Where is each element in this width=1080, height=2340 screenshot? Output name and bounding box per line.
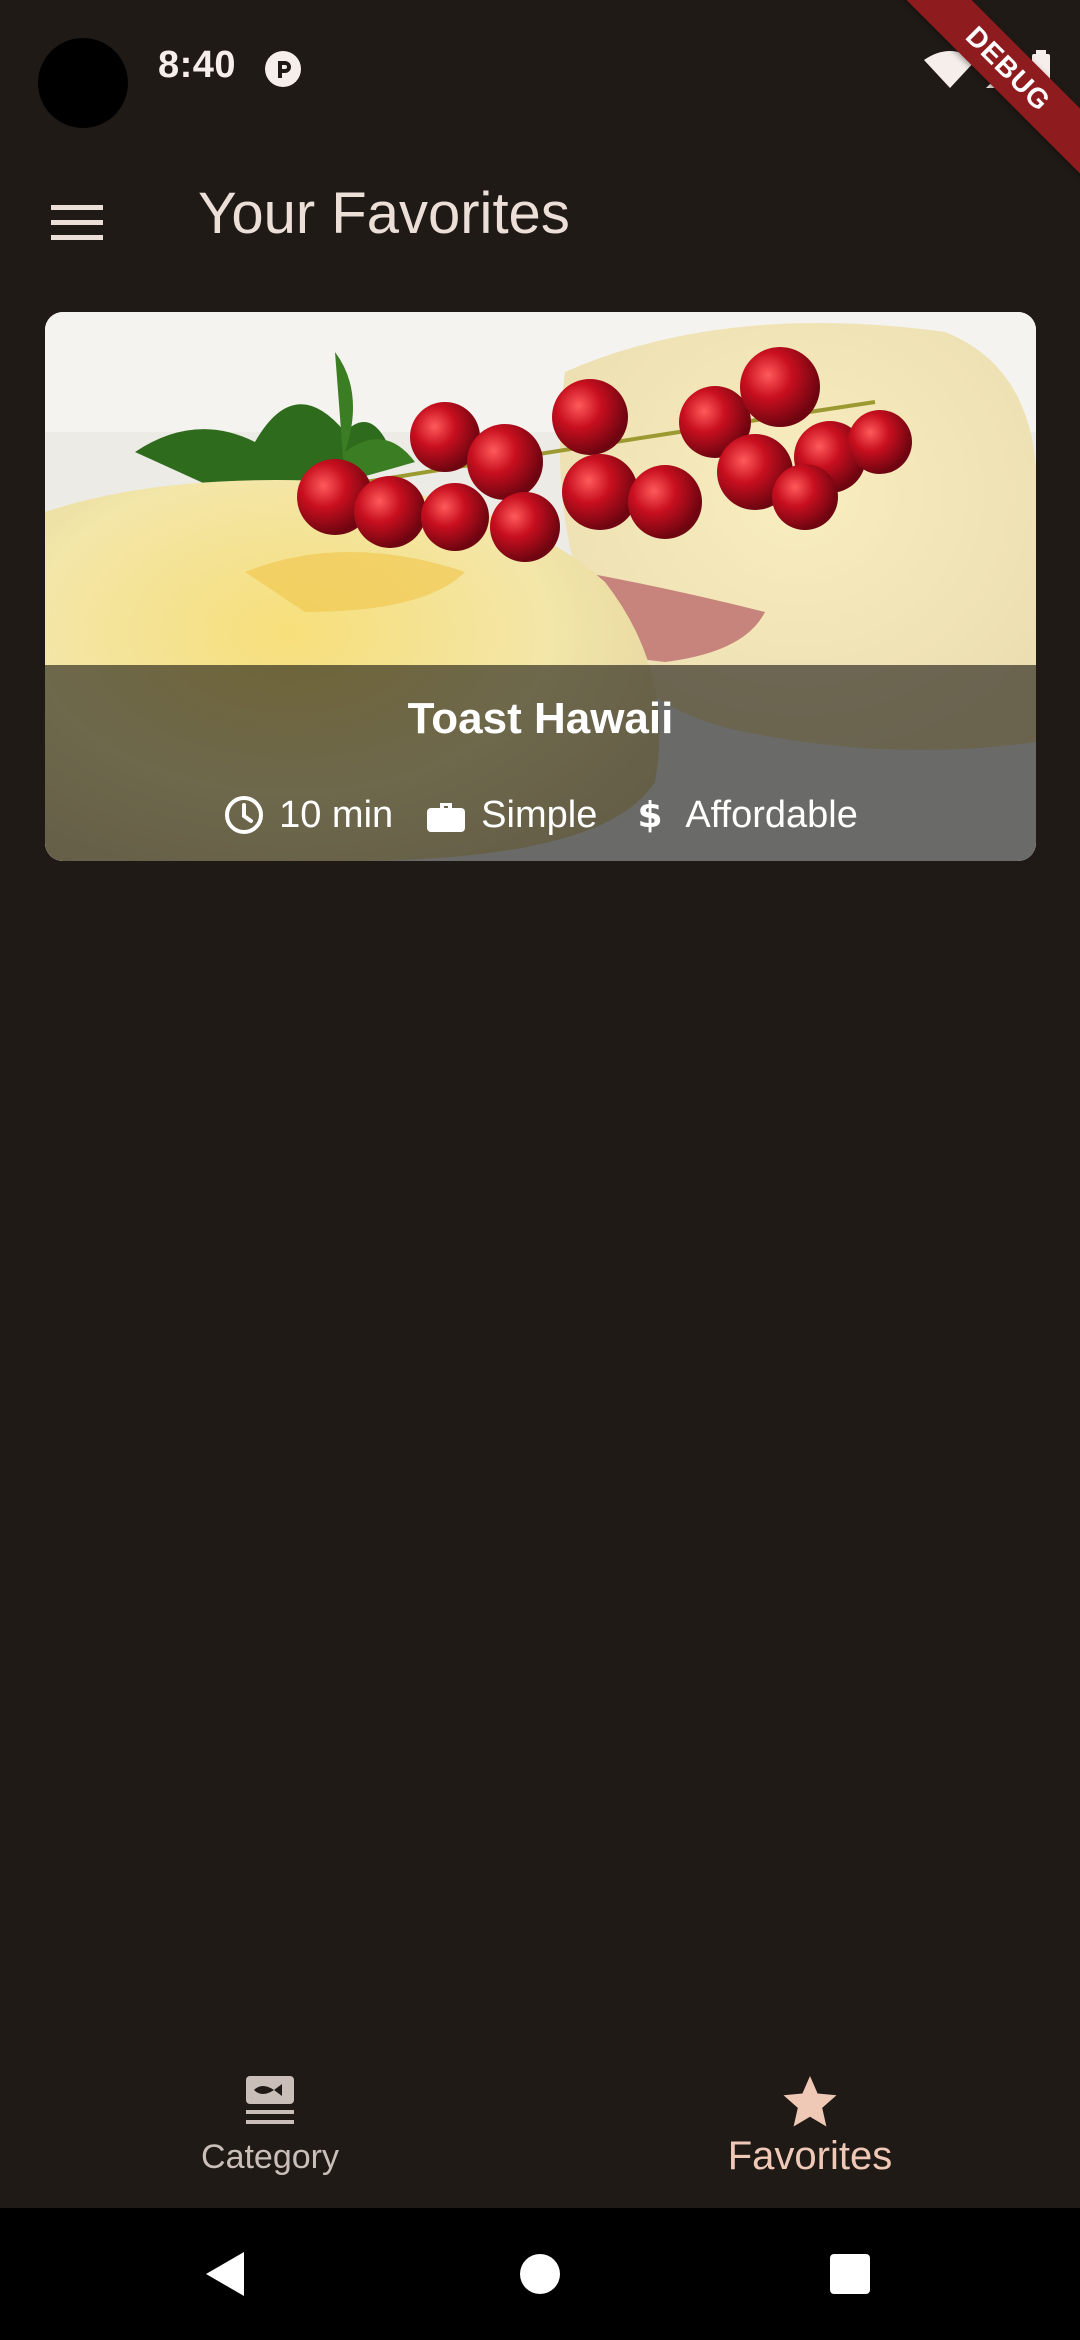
- pocket-casts-icon: [265, 51, 301, 87]
- meal-meta-row: 10 min Simple $ Affordable: [45, 785, 1036, 845]
- meal-title: Toast Hawaii: [407, 694, 674, 743]
- schedule-icon: [225, 796, 264, 834]
- meal-affordability-text: Affordable: [685, 793, 858, 836]
- page-title: Your Favorites: [198, 181, 570, 246]
- attach-money-icon: $: [638, 795, 663, 836]
- status-time: 8:40: [158, 44, 237, 86]
- system-home-button[interactable]: [480, 2208, 600, 2340]
- meal-affordability: $ Affordable: [629, 794, 858, 837]
- nav-label-category: Category: [201, 2138, 339, 2176]
- meal-card[interactable]: Toast Hawaii 10 min Simple $ Affordable: [45, 312, 1036, 861]
- app-bar: Your Favorites: [0, 160, 1080, 270]
- menu-icon: [51, 205, 103, 240]
- system-navigation-bar: [0, 2208, 1080, 2340]
- svg-text:$: $: [638, 795, 663, 836]
- system-back-button[interactable]: [166, 2208, 286, 2340]
- bottom-navigation: Category Favorites: [0, 2040, 1080, 2208]
- camera-cutout: [38, 38, 128, 128]
- status-bar: 8:40 DEBUG: [0, 0, 1080, 192]
- nav-label-favorites: Favorites: [727, 2134, 893, 2178]
- set-meal-icon: [246, 2076, 294, 2124]
- home-circle-icon: [520, 2254, 560, 2294]
- nav-item-favorites[interactable]: Favorites: [540, 2040, 1080, 2208]
- work-icon: [427, 803, 466, 832]
- meal-duration-text: 10 min: [279, 793, 394, 836]
- recents-square-icon: [830, 2254, 870, 2294]
- meal-complexity-text: Simple: [481, 793, 598, 836]
- system-recents-button[interactable]: [790, 2208, 910, 2340]
- back-triangle-icon: [206, 2252, 244, 2296]
- menu-button[interactable]: [34, 180, 120, 266]
- star-icon: [783, 2076, 837, 2127]
- nav-item-category[interactable]: Category: [0, 2040, 540, 2208]
- meal-duration: 10 min: [223, 794, 393, 837]
- meal-complexity: Simple: [425, 794, 597, 837]
